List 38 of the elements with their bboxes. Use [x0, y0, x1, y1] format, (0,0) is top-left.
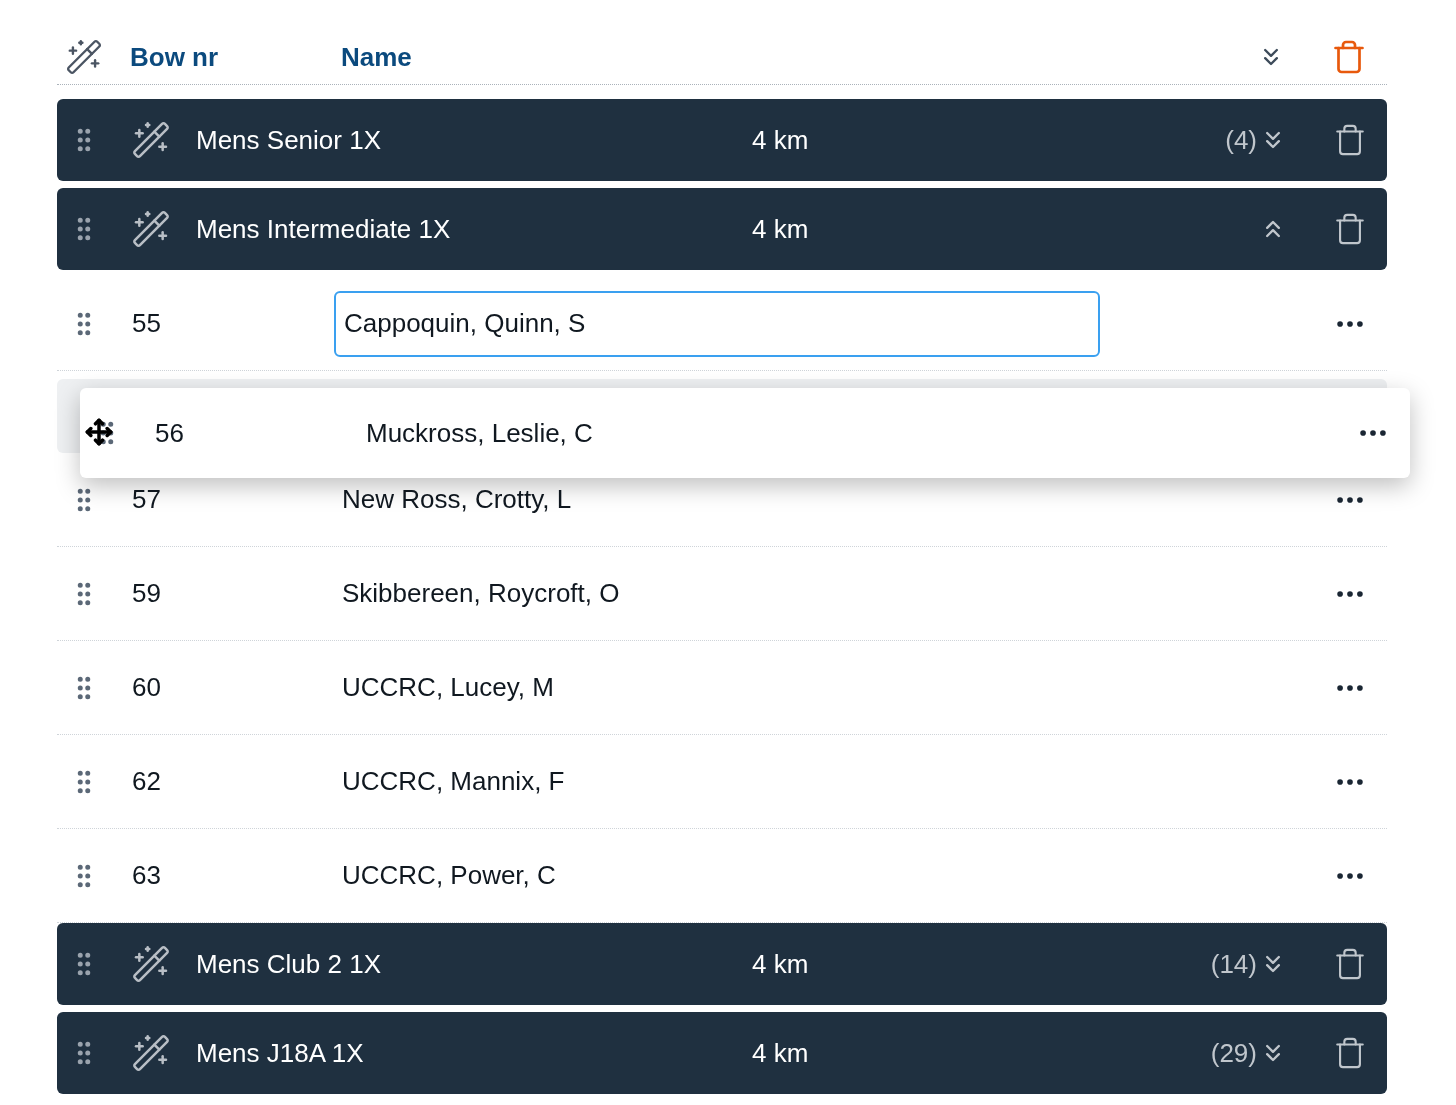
- competitor-name: UCCRC, Power, C: [342, 859, 556, 892]
- column-header[interactable]: Name: [341, 37, 412, 77]
- distance: 4 km: [752, 1036, 809, 1070]
- entry-count: (4): [1225, 123, 1257, 157]
- magic-wand-icon[interactable]: [131, 944, 171, 984]
- magic-wand-icon[interactable]: [131, 120, 171, 160]
- magic-wand-icon[interactable]: [65, 38, 103, 76]
- name-input-field[interactable]: Cappoquin, Quinn, S: [334, 290, 1100, 357]
- competitor-name: New Ross, Crotty, L: [342, 483, 572, 516]
- group-header[interactable]: Mens Club 2 1X 4 km (14): [57, 923, 1387, 1005]
- competitor-name: UCCRC, Lucey, M: [342, 671, 554, 704]
- group-name: Mens Club 2 1X: [196, 947, 382, 981]
- competitor-name: Muckross, Leslie, C: [366, 416, 593, 450]
- magic-wand-icon[interactable]: [131, 209, 171, 249]
- competitor-name: Skibbereen, Roycroft, O: [342, 577, 620, 610]
- group-name: Mens J18A 1X: [196, 1036, 365, 1070]
- magic-wand-icon[interactable]: [131, 1033, 171, 1073]
- dragged-row[interactable]: 56 Muckross, Leslie, C: [80, 388, 1410, 478]
- move-cursor-icon: [85, 418, 113, 446]
- bow-number: 63: [132, 859, 162, 892]
- group-name: Mens Senior 1X: [196, 123, 382, 157]
- entry-count: (14): [1210, 947, 1257, 981]
- bow-number: 60: [132, 671, 162, 704]
- group-header[interactable]: Mens Senior 1X 4 km (4): [57, 99, 1387, 181]
- bow-number: 56: [155, 416, 185, 450]
- column-header[interactable]: Bow nr: [130, 37, 341, 77]
- distance: 4 km: [752, 947, 809, 981]
- group-name: Mens Intermediate 1X: [196, 212, 452, 246]
- distance: 4 km: [752, 123, 809, 157]
- bow-number: 59: [132, 577, 162, 610]
- competitor-name: UCCRC, Mannix, F: [342, 765, 565, 798]
- bow-number: 57: [132, 483, 162, 516]
- group-header[interactable]: Mens Intermediate 1X 4 km: [57, 188, 1387, 270]
- group-header[interactable]: Mens J18A 1X 4 km (29): [57, 1012, 1387, 1094]
- bow-number: 55: [132, 307, 162, 340]
- entry-count: (29): [1210, 1036, 1257, 1070]
- distance: 4 km: [752, 212, 809, 246]
- bow-number: 62: [132, 765, 162, 798]
